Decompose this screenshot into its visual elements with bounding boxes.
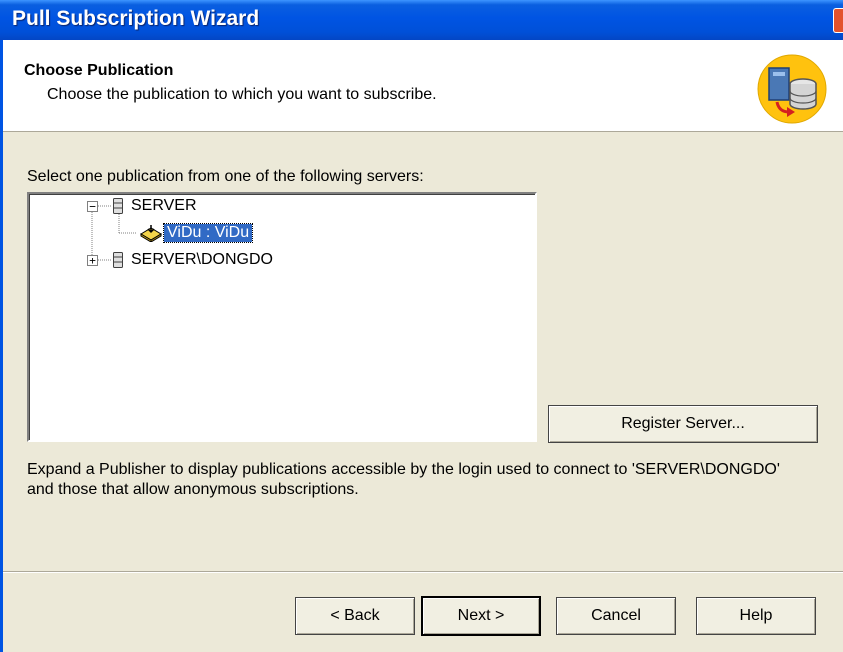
- tree-item-label: SERVER: [131, 197, 197, 214]
- register-server-button[interactable]: Register Server...: [548, 405, 818, 443]
- title-bar[interactable]: Pull Subscription Wizard: [0, 0, 843, 40]
- back-button[interactable]: < Back: [295, 597, 415, 635]
- tree-item-server[interactable]: SERVER: [113, 196, 197, 216]
- page-subtitle: Choose the publication to which you want…: [47, 86, 437, 103]
- tree-item-label-selected: ViDu : ViDu: [162, 223, 254, 243]
- wizard-header: Choose Publication Choose the publicatio…: [3, 40, 843, 132]
- tree-item-publication[interactable]: ViDu : ViDu: [139, 223, 254, 243]
- help-button[interactable]: Help: [696, 597, 816, 635]
- server-icon: [113, 252, 123, 268]
- cancel-button[interactable]: Cancel: [556, 597, 676, 635]
- publisher-help-text: Expand a Publisher to display publicatio…: [27, 461, 780, 498]
- publication-icon: [140, 225, 162, 242]
- footer-divider: [3, 571, 843, 573]
- tree-lines: [91, 205, 137, 266]
- collapse-toggle-server[interactable]: −: [87, 201, 98, 212]
- next-button[interactable]: Next >: [421, 596, 541, 636]
- tree-item-server-dongdo[interactable]: SERVER\DONGDO: [113, 250, 273, 270]
- page-title: Choose Publication: [24, 62, 174, 79]
- server-list-label: Select one publication from one of the f…: [27, 168, 424, 185]
- window-title: Pull Subscription Wizard: [12, 7, 260, 30]
- publication-tree[interactable]: − SERVER ViDu : ViDu + SERVER\DONGDO: [27, 192, 537, 442]
- close-icon[interactable]: [833, 8, 843, 33]
- wizard-database-icon: [757, 54, 827, 124]
- expand-toggle-server-dongdo[interactable]: +: [87, 255, 98, 266]
- server-icon: [113, 198, 123, 214]
- tree-item-label: SERVER\DONGDO: [131, 251, 273, 268]
